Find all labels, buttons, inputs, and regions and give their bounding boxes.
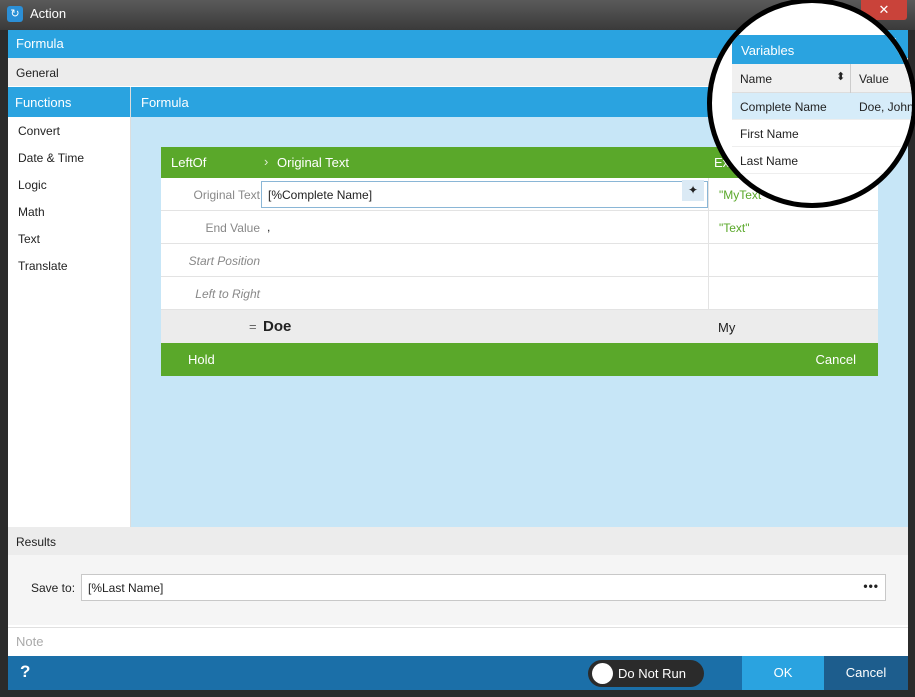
result-row: = Doe My xyxy=(161,310,878,343)
example-result: My xyxy=(718,320,736,335)
save-to-value: [%Last Name] xyxy=(88,581,164,595)
example-value xyxy=(708,244,878,277)
left-to-right-input[interactable] xyxy=(261,280,708,307)
variable-name: Last Name xyxy=(740,154,799,168)
start-position-input[interactable] xyxy=(261,247,708,274)
variable-row[interactable]: First Name xyxy=(732,120,912,147)
variables-table: Name ⬍ Value Complete Name Doe, John Fir… xyxy=(732,64,914,174)
argument-row-start-position[interactable]: Start Position xyxy=(161,244,878,277)
magic-wand-icon[interactable]: ✦ xyxy=(682,180,704,201)
sort-icon[interactable]: ⬍ xyxy=(836,70,845,83)
browse-button[interactable]: ••• xyxy=(863,579,879,593)
results-label: Results xyxy=(16,535,57,549)
function-name[interactable]: LeftOf xyxy=(171,155,206,170)
toggle-label: Do Not Run xyxy=(618,666,686,681)
result-value: Doe xyxy=(263,318,292,335)
ok-button[interactable]: OK xyxy=(742,656,824,690)
app-icon: ↻ xyxy=(7,6,23,22)
equals-sign: = xyxy=(249,319,257,334)
argument-label: Original Text xyxy=(193,188,260,202)
argument-row-left-to-right[interactable]: Left to Right xyxy=(161,277,878,310)
hold-button[interactable]: Hold xyxy=(188,352,215,367)
variable-value: Doe, John xyxy=(859,100,914,114)
general-label: General xyxy=(16,66,59,80)
cancel-button[interactable]: Cancel xyxy=(824,656,908,690)
function-category-math[interactable]: Math xyxy=(8,198,130,225)
function-category-translate[interactable]: Translate xyxy=(8,252,130,279)
function-category-convert[interactable]: Convert xyxy=(8,117,130,144)
function-card-footer: Hold Cancel xyxy=(161,343,878,376)
results-section: Results xyxy=(8,527,908,555)
window-title: Action xyxy=(30,6,67,21)
column-header-name[interactable]: Name xyxy=(740,72,772,86)
column-header-value[interactable]: Value xyxy=(850,64,897,93)
functions-panel: Functions Convert Date & Time Logic Math… xyxy=(8,87,131,527)
help-icon[interactable]: ? xyxy=(20,662,30,682)
current-argument: Original Text xyxy=(277,155,350,170)
function-category-text[interactable]: Text xyxy=(8,225,130,252)
dialog-footer: ? Do Not Run OK Cancel xyxy=(8,656,908,690)
formula-bar-label: Formula xyxy=(16,36,64,51)
original-text-input[interactable]: [%Complete Name] xyxy=(261,181,708,208)
function-category-logic[interactable]: Logic xyxy=(8,171,130,198)
card-cancel-button[interactable]: Cancel xyxy=(816,352,856,367)
argument-row-end-value[interactable]: End Value , "Text" xyxy=(161,211,878,244)
variable-name: First Name xyxy=(740,127,799,141)
functions-header: Functions xyxy=(8,87,130,117)
toggle-knob xyxy=(592,663,613,684)
variable-row[interactable]: Complete Name Doe, John xyxy=(732,93,914,120)
function-category-date-time[interactable]: Date & Time xyxy=(8,144,130,171)
save-to-input[interactable]: [%Last Name] ••• xyxy=(81,574,886,601)
argument-label: Start Position xyxy=(188,254,260,268)
example-value: "Text" xyxy=(708,211,878,244)
do-not-run-toggle[interactable]: Do Not Run xyxy=(588,660,704,687)
variable-name: Complete Name xyxy=(740,100,827,114)
argument-label: End Value xyxy=(205,221,261,235)
variable-row[interactable]: Last Name xyxy=(732,147,912,174)
argument-label: Left to Right xyxy=(195,287,260,301)
chevron-right-icon: › xyxy=(264,154,269,169)
variables-column-headers: Name ⬍ Value xyxy=(732,64,912,93)
variables-header: Variables xyxy=(732,35,912,64)
example-value xyxy=(708,277,878,310)
variables-magnifier: Variables Name ⬍ Value Complete Name Doe… xyxy=(707,0,915,208)
save-to-label: Save to: xyxy=(31,581,76,595)
end-value-input[interactable]: , xyxy=(261,214,708,241)
note-field[interactable]: Note xyxy=(8,627,908,655)
save-to-area: Save to: [%Last Name] ••• xyxy=(8,555,908,625)
